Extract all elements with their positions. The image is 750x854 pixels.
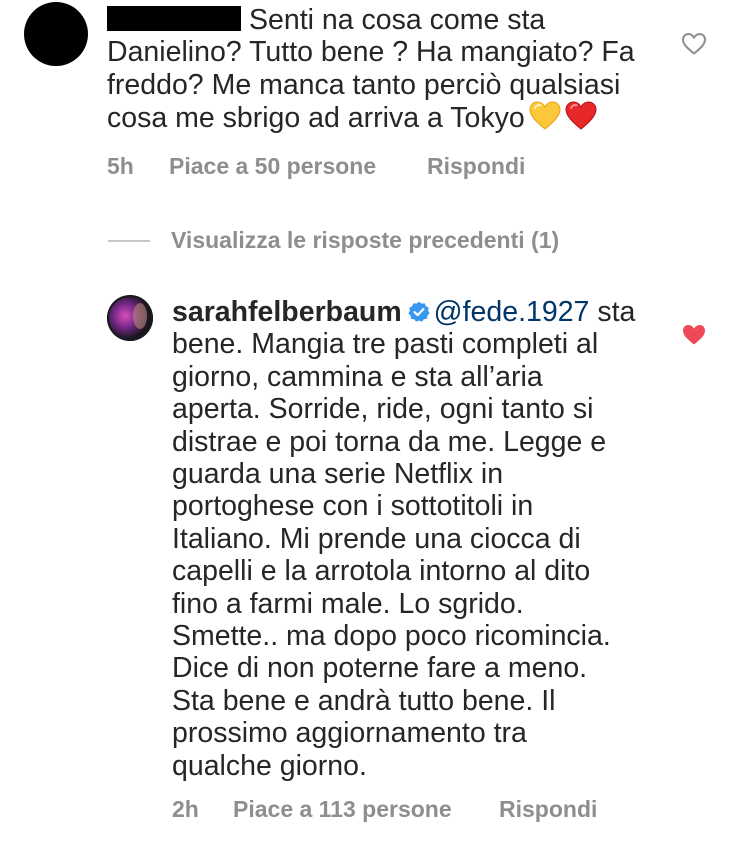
avatar[interactable] [24,2,88,66]
divider [108,240,150,242]
reply-button[interactable]: Rispondi [499,796,597,823]
heart-filled-icon[interactable] [681,323,707,347]
reply-button[interactable]: Rispondi [427,153,525,180]
redacted-username [107,6,241,31]
comment-time: 2h [172,796,199,822]
comment-time: 5h [107,153,134,179]
yellow-heart-emoji [529,101,561,130]
comment-meta: 5h Piace a 50 persone Rispondi [107,153,667,181]
comment-meta: 2h Piace a 113 persone Rispondi [172,796,672,824]
avatar[interactable] [107,295,153,341]
heart-outline-icon[interactable] [681,32,707,56]
comment-body: Senti na cosa come sta Danielino? Tutto … [107,4,677,135]
view-replies-label: Visualizza le risposte precedenti (1) [171,227,560,253]
comment-text: bene. Mangia tre pasti completi al giorn… [172,328,611,782]
red-heart-emoji [565,101,597,130]
comment-body: sarahfelberbaum @fede.1927 sta bene. Mang… [172,296,652,782]
likes-count[interactable]: Piace a 113 persone [233,796,452,823]
view-previous-replies[interactable]: Visualizza le risposte precedenti (1) [108,227,628,255]
username[interactable]: sarahfelberbaum [172,296,402,328]
mention-link[interactable]: @fede.1927 [434,296,590,328]
comment-text-first: sta [589,296,636,328]
likes-count[interactable]: Piace a 50 persone [169,153,376,180]
verified-badge-icon [408,301,430,322]
